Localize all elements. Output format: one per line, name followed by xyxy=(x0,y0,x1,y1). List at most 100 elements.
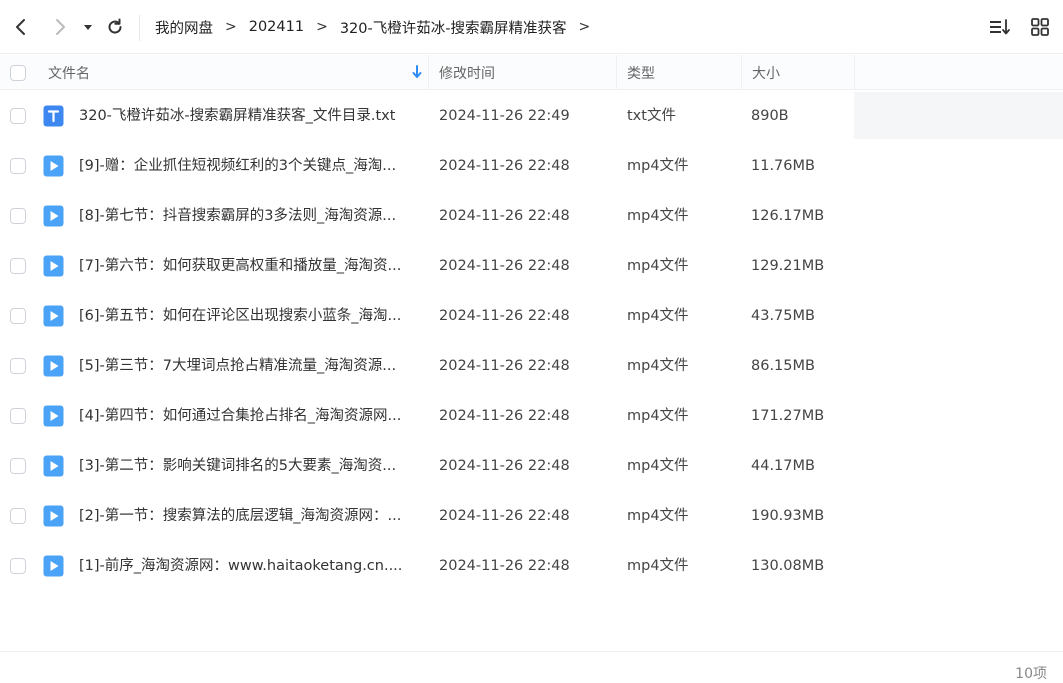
file-name: 320-飞橙许茹冰-搜索霸屏精准获客_文件目录.txt xyxy=(79,108,396,124)
back-arrow-icon xyxy=(16,19,25,35)
file-type: mp4文件 xyxy=(627,258,689,274)
file-modified-time: 2024-11-26 22:48 xyxy=(439,458,570,474)
table-row[interactable]: [9]-赠：企业抓住短视频红利的3个关键点_海淘... 2024-11-26 2… xyxy=(0,141,1063,191)
refresh-button[interactable] xyxy=(100,12,130,42)
file-type: mp4文件 xyxy=(627,308,689,324)
file-type: txt文件 xyxy=(627,108,676,124)
history-dropdown-button[interactable] xyxy=(74,12,102,42)
row-checkbox[interactable] xyxy=(10,358,26,374)
table-row[interactable]: [5]-第三节：7大埋词点抢占精准流量_海淘资源... 2024-11-26 2… xyxy=(0,341,1063,391)
select-all-cell xyxy=(10,55,26,90)
view-controls xyxy=(987,14,1053,40)
txt-file-icon xyxy=(43,105,64,127)
status-bar: 10项 xyxy=(0,651,1063,683)
row-hover-highlight xyxy=(854,92,1063,139)
row-checkbox[interactable] xyxy=(10,408,26,424)
item-count: 10项 xyxy=(1015,666,1047,682)
file-modified-time: 2024-11-26 22:48 xyxy=(439,558,570,574)
file-size: 44.17MB xyxy=(751,458,815,474)
column-header-size-label: 大小 xyxy=(752,65,780,82)
toolbar-divider xyxy=(139,15,140,41)
video-file-icon xyxy=(43,355,64,377)
select-all-checkbox[interactable] xyxy=(10,64,26,81)
sort-arrow-down-icon xyxy=(412,65,422,78)
breadcrumb-chevron-icon[interactable]: > xyxy=(578,19,590,35)
file-type: mp4文件 xyxy=(627,408,689,424)
table-row[interactable]: [6]-第五节：如何在评论区出现搜索小蓝条_海淘... 2024-11-26 2… xyxy=(0,291,1063,341)
column-header-type-label: 类型 xyxy=(627,65,655,82)
file-size: 129.21MB xyxy=(751,258,825,274)
breadcrumb-item-current[interactable]: 320-飞橙许茹冰-搜索霸屏精准获客 xyxy=(340,17,567,38)
sort-list-icon xyxy=(990,19,1010,35)
file-modified-time: 2024-11-26 22:48 xyxy=(439,208,570,224)
forward-arrow-icon xyxy=(56,19,65,35)
video-file-icon xyxy=(43,505,64,527)
row-checkbox[interactable] xyxy=(10,158,26,174)
file-type: mp4文件 xyxy=(627,358,689,374)
grid-view-icon xyxy=(1031,18,1049,36)
video-file-icon xyxy=(43,155,64,177)
file-modified-time: 2024-11-26 22:48 xyxy=(439,258,570,274)
file-name: [8]-第七节：抖音搜索霸屏的3多法则_海淘资源... xyxy=(79,208,397,224)
file-size: 890B xyxy=(751,108,789,124)
file-list-header: 文件名 修改时间 类型 大小 xyxy=(0,55,1063,90)
column-header-time[interactable]: 修改时间 xyxy=(429,55,617,90)
video-file-icon xyxy=(43,305,64,327)
back-button[interactable] xyxy=(6,12,36,42)
file-size: 190.93MB xyxy=(751,508,825,524)
file-type: mp4文件 xyxy=(627,558,689,574)
breadcrumb-item-folder[interactable]: 202411 xyxy=(249,19,304,35)
breadcrumb-item-root[interactable]: 我的网盘 xyxy=(155,17,213,38)
file-modified-time: 2024-11-26 22:48 xyxy=(439,408,570,424)
file-modified-time: 2024-11-26 22:49 xyxy=(439,108,570,124)
file-name: [2]-第一节：搜索算法的底层逻辑_海淘资源网：... xyxy=(79,508,402,524)
column-header-name[interactable]: 文件名 xyxy=(40,55,429,90)
file-size: 126.17MB xyxy=(751,208,825,224)
file-name: [3]-第二节：影响关键词排名的5大要素_海淘资... xyxy=(79,458,397,474)
file-size: 171.27MB xyxy=(751,408,825,424)
breadcrumb: 我的网盘 > 202411 > 320-飞橙许茹冰-搜索霸屏精准获客 > xyxy=(155,14,602,40)
file-type: mp4文件 xyxy=(627,158,689,174)
row-checkbox[interactable] xyxy=(10,108,26,124)
file-modified-time: 2024-11-26 22:48 xyxy=(439,308,570,324)
file-name: [1]-前序_海淘资源网：www.haitaoketang.cn.... xyxy=(79,558,403,574)
breadcrumb-chevron-icon: > xyxy=(316,19,328,35)
column-header-size[interactable]: 大小 xyxy=(742,55,855,90)
toolbar: 我的网盘 > 202411 > 320-飞橙许茹冰-搜索霸屏精准获客 > xyxy=(0,0,1063,54)
table-row[interactable]: [7]-第六节：如何获取更高权重和播放量_海淘资... 2024-11-26 2… xyxy=(0,241,1063,291)
grid-view-button[interactable] xyxy=(1027,14,1053,40)
table-row[interactable]: [2]-第一节：搜索算法的底层逻辑_海淘资源网：... 2024-11-26 2… xyxy=(0,491,1063,541)
row-checkbox[interactable] xyxy=(10,308,26,324)
file-name: [4]-第四节：如何通过合集抢占排名_海淘资源网... xyxy=(79,408,402,424)
file-size: 43.75MB xyxy=(751,308,815,324)
file-type: mp4文件 xyxy=(627,208,689,224)
file-name: [5]-第三节：7大埋词点抢占精准流量_海淘资源... xyxy=(79,358,397,374)
table-row[interactable]: 320-飞橙许茹冰-搜索霸屏精准获客_文件目录.txt 2024-11-26 2… xyxy=(0,91,1063,141)
file-size: 86.15MB xyxy=(751,358,815,374)
row-checkbox[interactable] xyxy=(10,558,26,574)
table-row[interactable]: [4]-第四节：如何通过合集抢占排名_海淘资源网... 2024-11-26 2… xyxy=(0,391,1063,441)
video-file-icon xyxy=(43,455,64,477)
row-checkbox[interactable] xyxy=(10,258,26,274)
column-header-name-label: 文件名 xyxy=(48,65,90,82)
forward-button[interactable] xyxy=(45,12,75,42)
table-row[interactable]: [8]-第七节：抖音搜索霸屏的3多法则_海淘资源... 2024-11-26 2… xyxy=(0,191,1063,241)
row-checkbox[interactable] xyxy=(10,208,26,224)
breadcrumb-chevron-icon: > xyxy=(225,19,237,35)
row-checkbox[interactable] xyxy=(10,508,26,524)
sort-button[interactable] xyxy=(987,14,1013,40)
column-header-time-label: 修改时间 xyxy=(439,65,495,82)
refresh-icon xyxy=(108,18,122,34)
table-row[interactable]: [3]-第二节：影响关键词排名的5大要素_海淘资... 2024-11-26 2… xyxy=(0,441,1063,491)
column-header-type[interactable]: 类型 xyxy=(617,55,742,90)
row-checkbox[interactable] xyxy=(10,458,26,474)
video-file-icon xyxy=(43,405,64,427)
table-row[interactable]: [1]-前序_海淘资源网：www.haitaoketang.cn.... 202… xyxy=(0,541,1063,591)
file-type: mp4文件 xyxy=(627,508,689,524)
file-name: [6]-第五节：如何在评论区出现搜索小蓝条_海淘... xyxy=(79,308,402,324)
dropdown-caret-icon xyxy=(84,25,92,30)
video-file-icon xyxy=(43,555,64,577)
file-name: [7]-第六节：如何获取更高权重和播放量_海淘资... xyxy=(79,258,402,274)
video-file-icon xyxy=(43,255,64,277)
file-name: [9]-赠：企业抓住短视频红利的3个关键点_海淘... xyxy=(79,158,397,174)
